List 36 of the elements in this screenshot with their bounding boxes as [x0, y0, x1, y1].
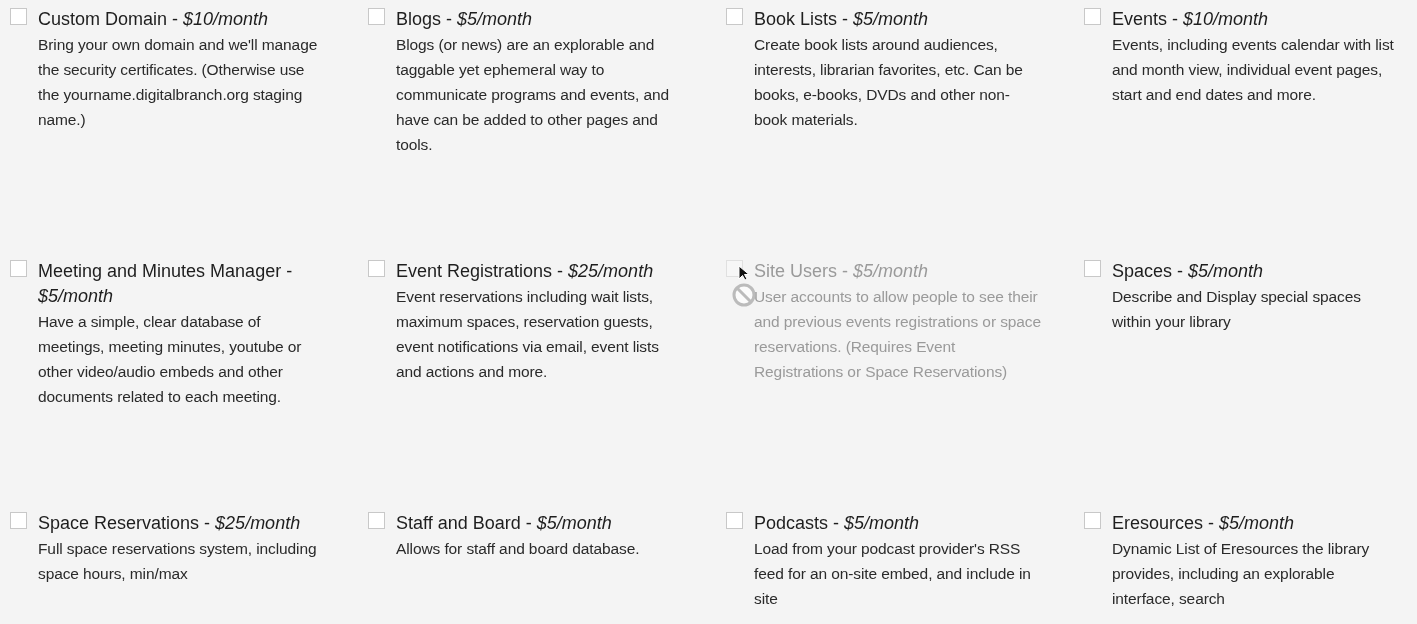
checkbox[interactable]	[726, 512, 743, 529]
feature-title: Podcasts - $5/month	[754, 512, 921, 535]
checkbox[interactable]	[368, 8, 385, 25]
feature-description: Blogs (or news) are an explorable and taggable yet ephemeral way to communicate programs and events, and have can be added to other pages and tools.	[396, 35, 670, 155]
feature-description: Create book lists around audiences, interests, librarian favorites, etc. Can be books, e-books, DVDs and other non-book materials.	[754, 35, 1024, 130]
checkbox[interactable]	[726, 8, 743, 25]
feature-description: Events, including events calendar with list and month view, individual event pages, start and end dates and more.	[1112, 35, 1395, 105]
checkbox[interactable]	[1084, 512, 1101, 529]
feature-title: Book Lists - $5/month	[754, 8, 930, 31]
feature-title: Custom Domain - $10/month	[38, 8, 270, 31]
feature-description: Allows for staff and board database.	[396, 539, 641, 559]
feature-description: Have a simple, clear database of meetings, meeting minutes, youtube or other video/audio embeds and other documents related to each meeting.	[38, 312, 303, 407]
feature-title: Event Registrations - $25/month	[396, 260, 655, 283]
feature-description: Describe and Display special spaces within your library	[1112, 287, 1362, 332]
checkbox[interactable]	[10, 8, 27, 25]
not-allowed-icon	[732, 283, 756, 307]
checkbox[interactable]	[10, 260, 27, 277]
checkbox[interactable]	[368, 260, 385, 277]
feature-title: Space Reservations - $25/month	[38, 512, 302, 535]
checkbox[interactable]	[1084, 8, 1101, 25]
feature-title: Staff and Board - $5/month	[396, 512, 613, 535]
checkbox[interactable]	[1084, 260, 1101, 277]
feature-description: Full space reservations system, including space hours, min/max	[38, 539, 318, 584]
feature-title: Events - $10/month	[1112, 8, 1270, 31]
feature-description: User accounts to allow people to see their and previous events registrations or space reservations. (Requires Event Registrations or Space Reservations)	[754, 287, 1042, 382]
feature-description: Event reservations including wait lists, maximum spaces, reservation guests, event notifications via email, event lists and actions and more.	[396, 287, 660, 382]
feature-title: Spaces - $5/month	[1112, 260, 1265, 283]
feature-description: Dynamic List of Eresources the library provides, including an explorable interface, search	[1112, 539, 1371, 609]
feature-title: Blogs - $5/month	[396, 8, 534, 31]
feature-title: Site Users - $5/month	[754, 260, 930, 283]
feature-title: Eresources - $5/month	[1112, 512, 1296, 535]
checkbox[interactable]	[368, 512, 385, 529]
feature-description: Load from your podcast provider's RSS feed for an on-site embed, and include in site	[754, 539, 1032, 609]
feature-title: Meeting and Minutes Manager - $5/month	[38, 260, 294, 308]
checkbox[interactable]	[10, 512, 27, 529]
feature-description: Bring your own domain and we'll manage the security certificates. (Otherwise use the yourname.digitalbranch.org staging name.)	[38, 35, 319, 130]
